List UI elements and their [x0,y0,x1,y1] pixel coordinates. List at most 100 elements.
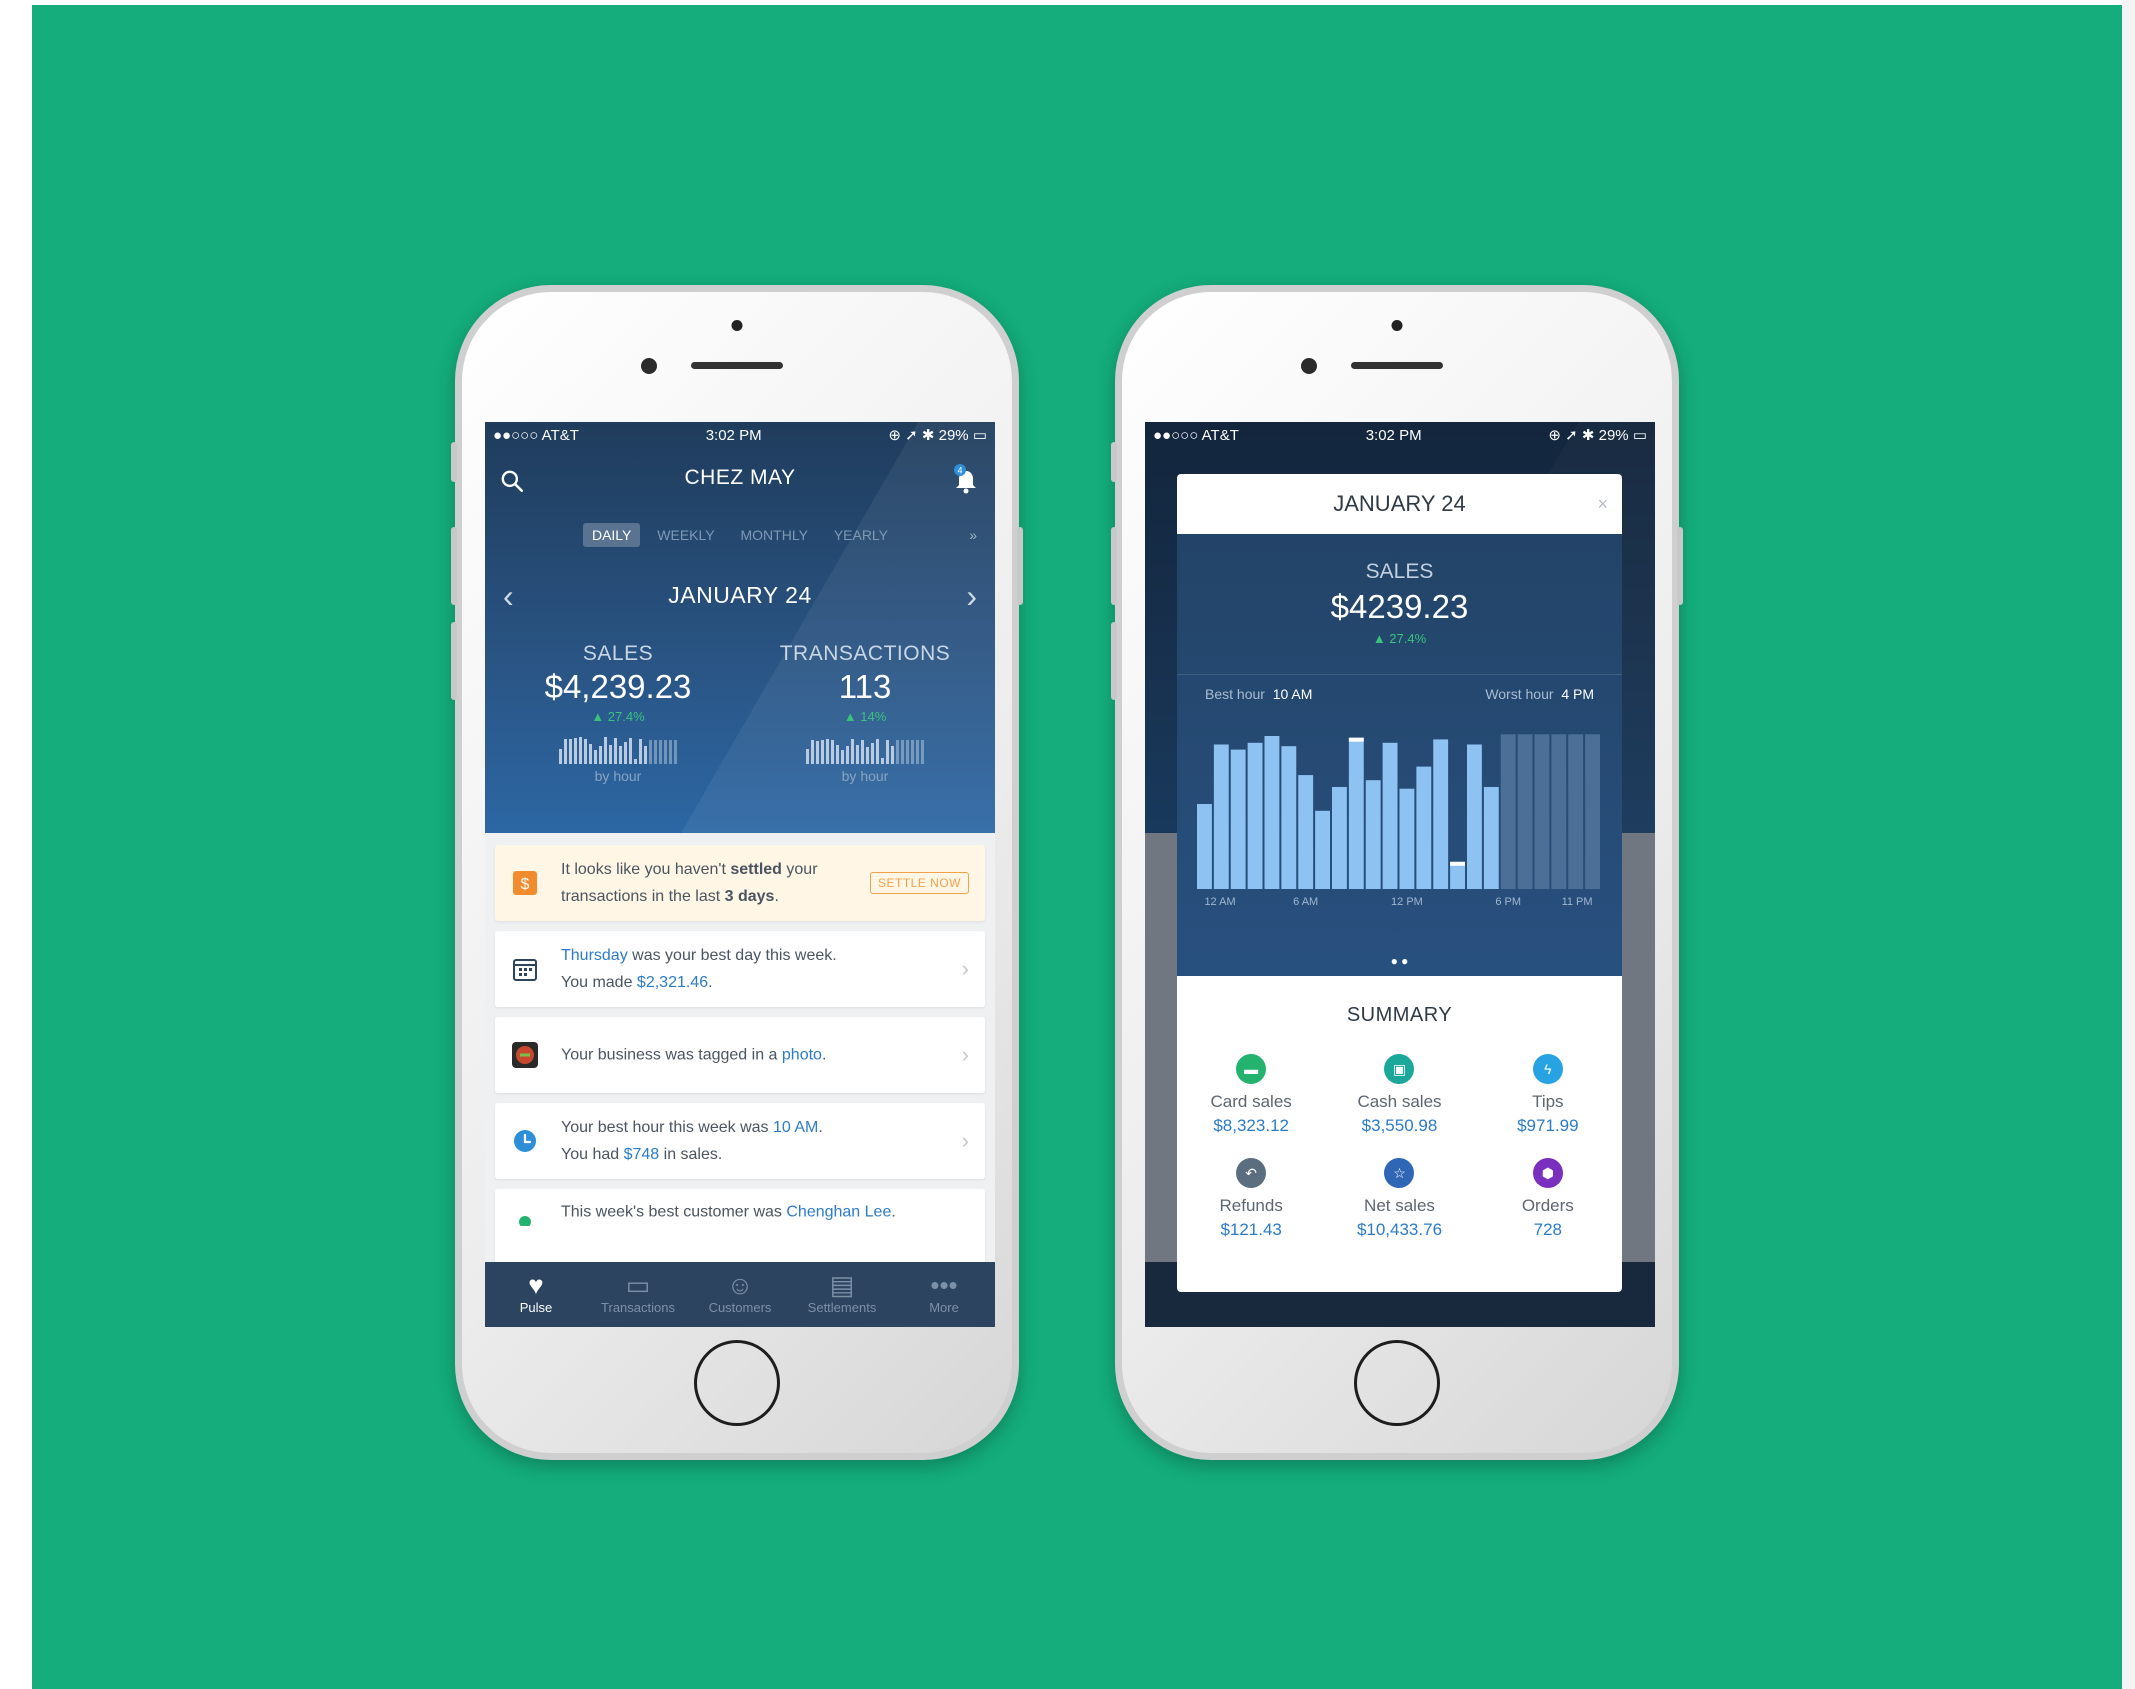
best-hour-card[interactable]: Your best hour this week was 10 AM. You … [495,1103,985,1179]
summary-value: $121.43 [1220,1220,1282,1239]
hour-bar-9-pm[interactable] [1551,734,1567,889]
hour-bar-1-am[interactable] [1213,744,1229,890]
more-periods-icon[interactable]: » [969,527,977,543]
summary-label: Orders [1521,1196,1574,1215]
card-icon: ▬ [1236,1054,1267,1084]
hour-bar-10-am[interactable] [1365,780,1381,889]
text: transactions in the last [561,888,725,905]
tab-daily[interactable]: DAILY [582,523,641,547]
carrier-label: ●●○○○ AT&T [493,426,579,444]
hour-bar-12-pm[interactable] [1399,788,1415,889]
current-date: JANUARY 24 [668,582,812,608]
home-button[interactable] [694,1340,780,1426]
transactions-stat[interactable]: TRANSACTIONS 113 ▲ 14% by hour [755,642,975,784]
sales-stat[interactable]: SALES $4,239.23 ▲ 27.4% by hour [513,642,723,784]
hourly-sales-chart[interactable]: 12 AM 6 AM 12 PM 6 PM 11 PM [1177,709,1622,944]
hour-bar-6-pm[interactable] [1500,734,1516,889]
hour-bar-4-am[interactable] [1264,736,1280,889]
text: in sales. [659,1146,723,1163]
left-screen: ●●○○○ AT&T 3:02 PM ⊕ ➚ ✱ 29% ▭ CHEZ MAY … [485,422,995,1327]
x-tick-label: 6 PM [1495,896,1521,908]
hour-bar-4-pm[interactable] [1467,744,1482,890]
close-icon[interactable]: × [1597,474,1608,534]
hour-bar-7-pm[interactable] [1517,734,1533,889]
worst-hour-label: Worst hour [1485,686,1554,702]
bottom-tab-bar: ♥ Pulse ▭ Transactions ☺ Customers ▤ Settlem… [485,1262,995,1327]
settle-now-button[interactable]: SETTLE NOW [869,872,969,894]
summary-tips[interactable]: ϟ Tips $971.99 [1474,1054,1622,1136]
previous-day-icon[interactable]: ‹ [503,578,514,615]
tab-monthly[interactable]: MONTHLY [732,523,817,547]
front-camera [1301,358,1317,374]
hour-bar-5-pm[interactable] [1483,787,1499,889]
text: Your best hour this week was [561,1119,773,1136]
hour-bar-11-pm[interactable] [1585,734,1600,889]
sales-sparkline [513,734,723,764]
summary-cash-sales[interactable]: ▣ Cash sales $3,550.98 [1325,1054,1473,1136]
page-indicator[interactable]: ● ● [1177,954,1622,968]
sparkline-bar [649,740,652,764]
status-bar: ●●○○○ AT&T 3:02 PM ⊕ ➚ ✱ 29% ▭ [1145,422,1655,448]
power-button [1017,527,1023,605]
tab-pulse[interactable]: ♥ Pulse [485,1262,587,1327]
hour-bar-3-am[interactable] [1247,742,1263,889]
best-hour-amount-link[interactable]: $748 [624,1146,660,1163]
tab-transactions[interactable]: ▭ Transactions [587,1262,689,1327]
tab-customers[interactable]: ☺ Customers [689,1262,791,1327]
sparkline-bar [609,744,612,764]
hour-bar-1-pm[interactable] [1416,766,1432,889]
summary-label: Cash sales [1357,1092,1442,1111]
summary-orders[interactable]: ⬢ Orders 728 [1474,1158,1622,1240]
hour-bar-9-am[interactable] [1348,737,1364,889]
hour-bar-8-pm[interactable] [1534,734,1550,889]
hour-bar-2-pm[interactable] [1433,739,1449,889]
hour-bar-2-am[interactable] [1230,749,1246,889]
tab-label: Settlements [807,1300,877,1315]
sparkline-bar [589,743,592,764]
hour-bar-11-am[interactable] [1382,742,1398,889]
best-day-amount-link[interactable]: $2,321.46 [637,974,708,991]
tab-more[interactable]: ••• More [893,1262,995,1327]
best-hour-link[interactable]: 10 AM [773,1119,818,1136]
bell-icon[interactable]: 4 [951,464,981,496]
hour-bar-8-am[interactable] [1332,787,1347,889]
sales-value: $4,239.23 [544,668,692,705]
hour-bar-10-pm[interactable] [1568,734,1584,889]
hour-bar-7-am[interactable] [1315,810,1330,889]
sparkline-bar [836,744,839,764]
tab-settlements[interactable]: ▤ Settlements [791,1262,893,1327]
text: Your business was tagged in a [561,1046,782,1064]
best-day-link[interactable]: Thursday [561,947,628,964]
hour-bar-6-am[interactable] [1298,775,1314,889]
sparkline-bar [841,749,844,764]
home-button[interactable] [1354,1340,1440,1426]
battery-label: ⊕ ➚ ✱ 29% ▭ [888,427,987,444]
summary-net-sales[interactable]: ☆ Net sales $10,433.76 [1325,1158,1473,1240]
hour-bar-12-am[interactable] [1197,804,1212,889]
business-logo-icon [512,1042,538,1068]
right-screen: ●●○○○ AT&T 3:02 PM ⊕ ➚ ✱ 29% ▭ JANUARY 2… [1145,422,1655,1327]
sparkline-bar [624,742,627,764]
best-day-card[interactable]: Thursday was your best day this week. Yo… [495,931,985,1007]
photo-link[interactable]: photo [782,1047,822,1064]
best-customer-card[interactable]: This week's best customer was Chenghan L… [495,1189,985,1265]
battery-percent: 29% [1598,427,1629,444]
tab-weekly[interactable]: WEEKLY [648,523,723,547]
settle-reminder-card[interactable]: $ It looks like you haven't settled your… [495,845,985,921]
summary-card-sales[interactable]: ▬ Card sales $8,323.12 [1177,1054,1325,1136]
tab-yearly[interactable]: YEARLY [825,523,897,547]
notification-badge: 4 [957,466,962,476]
hour-bar-5-am[interactable] [1281,746,1297,889]
hour-bar-3-pm[interactable] [1450,861,1465,889]
highlight-cap [1348,737,1364,742]
transactions-change: ▲ 14% [843,709,887,724]
photo-tag-card[interactable]: Your business was tagged in a photo. › [495,1017,985,1093]
best-day-text: Thursday was your best day this week. Yo… [561,942,837,996]
transactions-value: 113 [838,668,892,705]
x-tick-label: 12 PM [1391,896,1423,908]
clock-icon [514,1130,536,1152]
next-day-icon[interactable]: › [966,578,977,615]
customer-link[interactable]: Chenghan Lee [786,1203,891,1220]
sparkline-bar [559,749,562,764]
summary-refunds[interactable]: ↶ Refunds $121.43 [1177,1158,1325,1240]
